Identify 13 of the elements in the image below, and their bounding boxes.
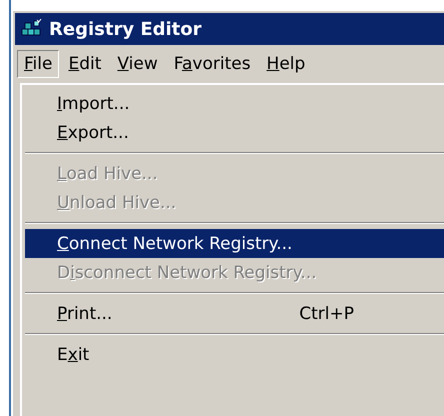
menu-bar-item[interactable]: Edit	[61, 50, 108, 78]
menu-bar-item[interactable]: Help	[260, 50, 312, 78]
menu-item-label: Print...	[57, 304, 114, 324]
menu-bar-item[interactable]: File	[17, 50, 60, 78]
menu-item[interactable]: Connect Network Registry...	[25, 229, 444, 258]
menu-item[interactable]: Print... Ctrl+P	[25, 299, 444, 328]
menu-bar-item[interactable]: View	[110, 50, 165, 78]
menu-bar-item[interactable]: Favorites	[166, 50, 258, 78]
menu-item[interactable]: Export...	[25, 118, 444, 147]
window-title: Registry Editor	[49, 18, 202, 40]
menu-item[interactable]: Import...	[25, 89, 444, 118]
menu-item[interactable]: Exit	[25, 340, 444, 369]
shortcut-label: Ctrl+P	[299, 304, 355, 324]
